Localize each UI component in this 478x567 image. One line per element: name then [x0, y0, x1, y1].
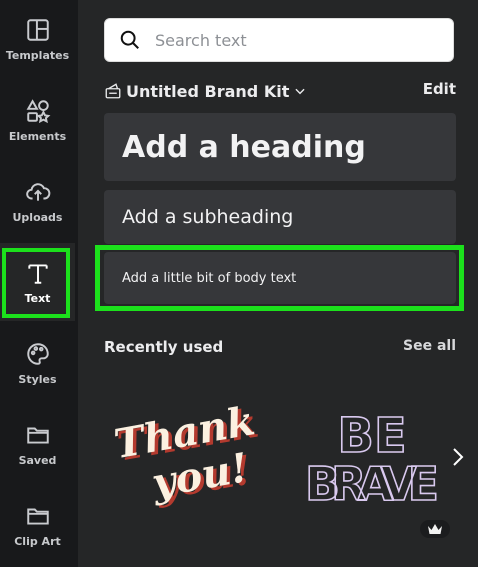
add-heading-button[interactable]: Add a heading — [104, 113, 456, 181]
sidebar-item-text[interactable]: Text — [0, 243, 75, 321]
add-subheading-button[interactable]: Add a subheading — [104, 190, 456, 244]
sidebar: Templates Elements Uploads Text Styles S… — [0, 0, 78, 567]
be-brave-graphic: BE BRAVE — [304, 407, 440, 512]
brand-kit-icon — [105, 83, 121, 99]
styles-icon — [26, 342, 49, 365]
crown-icon — [428, 524, 442, 534]
search-icon — [120, 30, 139, 49]
thank-you-graphic: Thank Thank you! you! — [111, 397, 262, 509]
uploads-icon — [25, 182, 50, 201]
sidebar-item-clip-art[interactable]: Clip Art — [0, 486, 75, 564]
sidebar-item-elements[interactable]: Elements — [0, 81, 75, 159]
sidebar-item-label: Text — [24, 291, 51, 305]
sidebar-item-uploads[interactable]: Uploads — [0, 162, 75, 240]
text-panel: Untitled Brand Kit Edit Add a heading Ad… — [78, 0, 478, 567]
recent-be-brave-thumbnail[interactable]: BE BRAVE — [300, 400, 445, 512]
chevron-down-icon[interactable] — [293, 84, 307, 98]
sidebar-item-label: Clip Art — [14, 534, 61, 548]
sidebar-item-label: Saved — [18, 453, 57, 467]
sidebar-item-label: Templates — [5, 48, 70, 62]
be-brave-line1: BE — [337, 408, 406, 464]
search-bar[interactable] — [104, 18, 454, 62]
see-all-link[interactable]: See all — [403, 338, 456, 356]
premium-badge — [420, 520, 450, 538]
be-brave-line2: BRAVE — [305, 457, 439, 510]
recently-used-header: Recently used See all — [104, 338, 456, 356]
sidebar-item-templates[interactable]: Templates — [0, 0, 75, 78]
sidebar-item-label: Styles — [18, 372, 57, 386]
text-icon — [27, 263, 48, 284]
templates-icon — [26, 18, 49, 41]
sidebar-item-styles[interactable]: Styles — [0, 324, 75, 402]
recently-used-title: Recently used — [104, 338, 224, 356]
chevron-right-icon[interactable] — [448, 444, 468, 470]
brand-kit-row: Untitled Brand Kit Edit — [104, 78, 456, 104]
search-input[interactable] — [153, 29, 437, 51]
elements-icon — [26, 98, 50, 123]
edit-button[interactable]: Edit — [423, 80, 456, 98]
brand-kit-title[interactable]: Untitled Brand Kit — [126, 82, 289, 101]
sidebar-item-label: Elements — [8, 129, 67, 143]
folder-icon — [26, 508, 49, 525]
folder-icon — [26, 427, 49, 444]
recent-thank-you-thumbnail[interactable]: Thank Thank you! you! — [111, 388, 262, 518]
sidebar-item-label: Uploads — [12, 210, 63, 224]
add-body-text-button[interactable]: Add a little bit of body text — [104, 252, 456, 304]
sidebar-item-saved[interactable]: Saved — [0, 405, 75, 483]
